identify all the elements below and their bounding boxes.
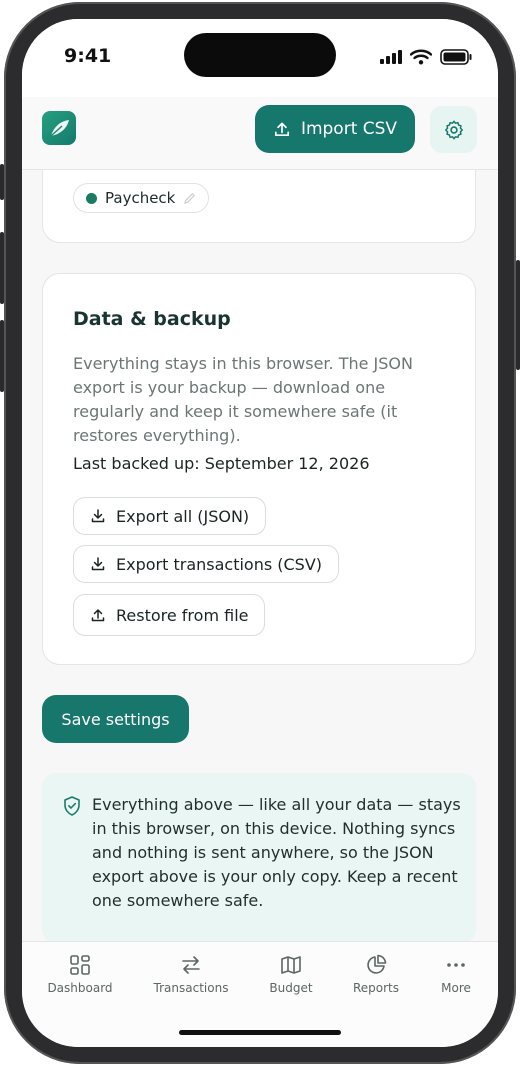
dynamic-island [184, 33, 336, 77]
restore-label: Restore from file [116, 605, 249, 625]
tab-dashboard[interactable]: Dashboard [34, 954, 126, 995]
phone-volume-up-button [0, 232, 4, 304]
map-icon [281, 956, 301, 974]
upload-icon [91, 609, 105, 622]
home-indicator [179, 1030, 341, 1035]
export-json-button[interactable]: Export all (JSON) [73, 497, 267, 535]
download-icon [91, 509, 105, 523]
tab-transactions[interactable]: Transactions [145, 954, 237, 995]
app-header: Import CSV [22, 97, 498, 170]
download-icon [91, 557, 105, 571]
leaf-logo-icon [50, 120, 69, 137]
signal-icon [380, 50, 402, 64]
tab-label: Reports [352, 981, 400, 995]
arrows-swap-icon [182, 956, 200, 974]
category-color-dot [86, 192, 97, 204]
phone-power-button [516, 260, 520, 370]
more-dots-icon [447, 963, 465, 967]
status-icons [380, 49, 472, 65]
phone-mute-button [0, 164, 4, 200]
wifi-icon [410, 49, 432, 65]
tab-reports[interactable]: Reports [330, 954, 422, 995]
restore-button[interactable]: Restore from file [73, 594, 266, 636]
export-csv-button[interactable]: Export transactions (CSV) [73, 545, 340, 583]
category-chip-paycheck[interactable]: Paycheck [73, 183, 210, 213]
pencil-icon[interactable] [183, 192, 196, 205]
export-csv-label: Export transactions (CSV) [116, 554, 323, 574]
import-csv-button[interactable]: Import CSV [255, 105, 415, 153]
pie-chart-icon [367, 954, 387, 974]
privacy-notice: Everything above — like all your data — … [42, 773, 476, 943]
category-chip-label: Paycheck [105, 189, 176, 207]
tab-label: Transactions [153, 981, 229, 995]
shield-check-icon [64, 796, 80, 816]
status-time: 9:41 [64, 45, 112, 67]
tab-more[interactable]: More [410, 954, 498, 995]
data-backup-card: Data & backup Everything stays in this b… [42, 273, 476, 665]
phone-screen: Paycheck Data & backup Everything stays … [22, 19, 498, 1047]
settings-content: Paycheck Data & backup Everything stays … [22, 19, 498, 1047]
tab-label: Dashboard [47, 981, 113, 995]
card-description: Everything stays in this browser. The JS… [73, 354, 413, 445]
app-logo[interactable] [42, 111, 76, 145]
settings-button[interactable] [430, 106, 477, 153]
status-bar: 9:41 [22, 19, 498, 97]
battery-icon [440, 49, 472, 65]
privacy-notice-text: Everything above — like all your data — … [92, 795, 461, 910]
tab-label: Budget [269, 981, 313, 995]
phone-volume-down-button [0, 320, 4, 392]
card-title: Data & backup [73, 308, 231, 330]
tab-label: More [441, 981, 471, 995]
tab-budget[interactable]: Budget [245, 954, 337, 995]
export-json-label: Export all (JSON) [116, 506, 250, 526]
gear-icon [444, 120, 463, 139]
dashboard-icon [70, 955, 90, 975]
import-csv-label: Import CSV [300, 119, 398, 139]
save-settings-button[interactable]: Save settings [42, 695, 189, 743]
last-backup-text: Last backed up: September 12, 2026 [73, 454, 370, 473]
upload-icon [274, 122, 289, 137]
